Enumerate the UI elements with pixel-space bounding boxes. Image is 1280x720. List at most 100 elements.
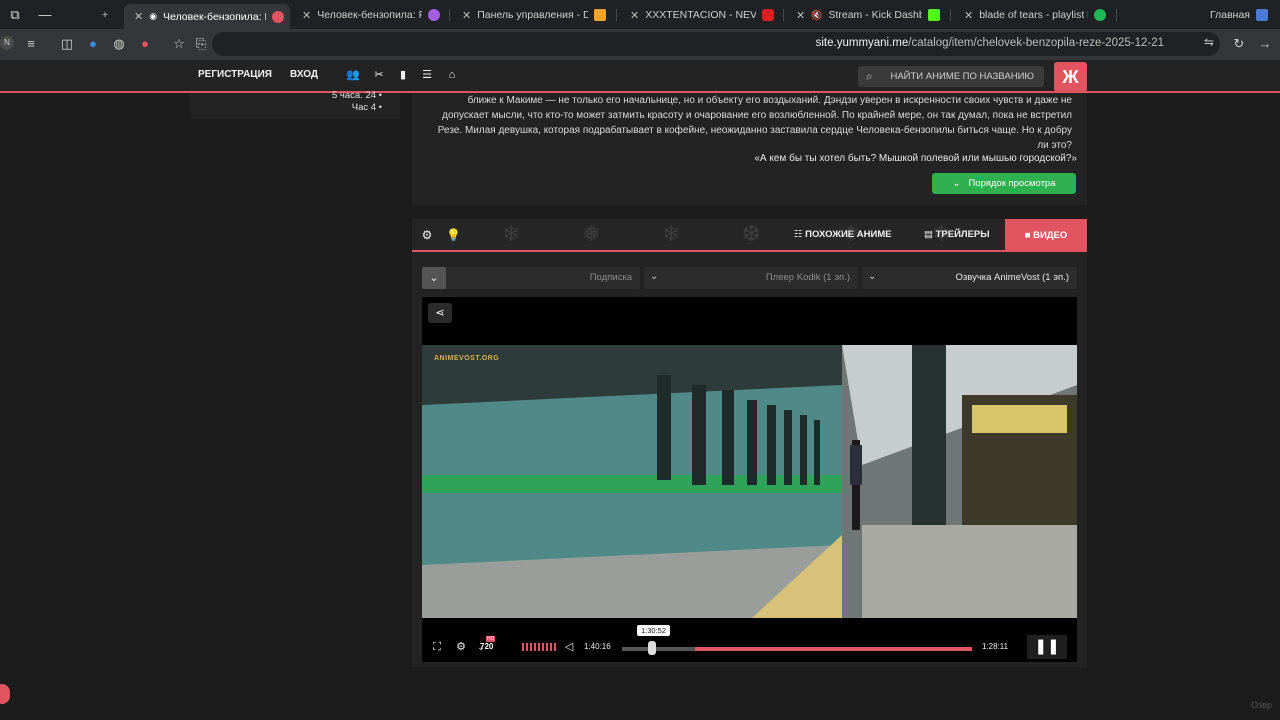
watch-order-label: Порядок просмотра — [968, 178, 1056, 189]
corner-text: Озвр — [1251, 700, 1272, 710]
url-path: /catalog/item/chelovek-benzopila-reze-20… — [908, 37, 1164, 49]
login-link[interactable]: ВХОД — [290, 69, 318, 80]
pause-icon: ❚❚ — [1034, 638, 1060, 655]
video-player[interactable]: ⋖ ANIMEVOST.ORG ⛶ ⚙ ⌄ 720 HD ◁ 1:40:16 1… — [422, 297, 1077, 662]
player-controls: ⛶ ⚙ ⌄ 720 HD ◁ 1:40:16 1:30:52 1:28:11 ❚… — [422, 625, 1077, 662]
settings-gear-icon[interactable]: ⚙ — [454, 640, 468, 654]
random-shuffle-icon[interactable]: ✂ — [372, 68, 386, 82]
subscription-select[interactable]: ⌄ Подписка — [422, 267, 640, 289]
close-tab-icon[interactable]: ✕ — [462, 9, 471, 22]
dub-select-value: Озвучка AnimeVost (1 эп.) — [955, 272, 1069, 283]
logo-glyph: Ж — [1062, 66, 1079, 87]
quality-label[interactable]: 720 — [480, 642, 493, 651]
site-settings-icon[interactable]: ⇋ — [1204, 35, 1214, 49]
url-host: site.yummyani.me — [815, 37, 909, 49]
lightbulb-icon[interactable]: 💡 — [446, 228, 461, 242]
profile-letter: N — [4, 38, 10, 47]
close-tab-icon[interactable]: ✕ — [134, 10, 143, 23]
gear-icon[interactable]: ⚙ — [420, 228, 434, 242]
current-time: 1:28:11 — [982, 642, 1009, 651]
player-select-value: Плеер Kodik (1 эп.) — [765, 272, 850, 283]
restore-window-icon[interactable]: ⧉ — [0, 0, 30, 29]
close-tab-icon[interactable]: ✕ — [302, 9, 311, 22]
video-camera-icon: ■ — [1024, 230, 1031, 241]
progress-track[interactable] — [622, 647, 972, 651]
extension-shield-icon[interactable]: ◍ — [110, 35, 128, 53]
watch-order-button[interactable]: ⌄ Порядок просмотра — [932, 173, 1076, 194]
extension-ublock-icon[interactable]: ● — [136, 35, 154, 53]
player-select[interactable]: ⌄ Плеер Kodik (1 эп.) — [644, 267, 858, 289]
video-card: ❄ ❅ ❄ ❆ ❅ ❄ ⚙ 💡 ☷ ПОХОЖИЕ АНИМЕ ▤ ТРЕЙЛЕРЫ ■ … — [412, 219, 1087, 667]
bookmark-star-icon[interactable]: ☆ — [170, 35, 188, 53]
minimize-window-icon[interactable]: — — [30, 0, 60, 29]
tab-similar-anime[interactable]: ☷ ПОХОЖИЕ АНИМЕ — [794, 229, 892, 240]
mute-icon[interactable]: 🔇 — [811, 10, 822, 21]
back-icon[interactable]: → — [1256, 35, 1274, 53]
video-frame[interactable]: ANIMEVOST.ORG — [422, 345, 1077, 618]
tab-title: XXXTENTACION - NEVER (Offic — [645, 9, 756, 21]
share-icon[interactable]: ⎘ — [192, 35, 210, 53]
tab-audio-icon[interactable]: ◉ — [149, 11, 157, 22]
subscription-select-value: Подписка — [589, 272, 632, 283]
progress-handle[interactable] — [648, 641, 656, 655]
chevron-down-icon[interactable]: ⌄ — [422, 267, 446, 289]
plus-icon: + — [102, 9, 109, 21]
tab-title: Главная — [1210, 9, 1250, 21]
extension-icon[interactable]: ● — [84, 35, 102, 53]
tab-kick[interactable]: ✕ 🔇 Stream - Kick Dashboard — [786, 4, 946, 26]
new-tab-button[interactable]: + — [96, 4, 118, 26]
description-card: ближе к Макиме — не только его начальниц… — [412, 93, 1087, 205]
community-icon[interactable]: 👥 — [346, 68, 360, 82]
profile-avatar[interactable]: N — [0, 36, 14, 50]
volume-icon[interactable]: ◁ — [562, 640, 576, 654]
extensions-icon[interactable]: ◫ — [58, 35, 76, 53]
tab-active[interactable]: ✕ ◉ Человек-бензопила: Исто — [124, 4, 290, 29]
tab-spotify[interactable]: ✕ blade of tears - playlist by ева — [954, 4, 1112, 26]
home-icon[interactable]: ⌂ — [445, 68, 459, 82]
catalog-list-icon[interactable]: ☰ — [420, 68, 434, 82]
close-tab-icon[interactable]: ✕ — [630, 9, 639, 22]
search-input[interactable]: ⌕ НАЙТИ АНИМЕ ПО НАЗВАНИЮ — [858, 66, 1044, 87]
url-text: site.yummyani.me/catalog/item/chelovek-b… — [816, 37, 1164, 49]
close-tab-icon[interactable]: ✕ — [964, 9, 973, 22]
pause-button[interactable]: ❚❚ — [1027, 635, 1067, 659]
dub-select[interactable]: ⌄ Озвучка AnimeVost (1 эп.) — [862, 267, 1077, 289]
file-icon: ▤ — [924, 229, 933, 240]
tab-title: blade of tears - playlist by ева — [979, 9, 1088, 21]
tab-trailers[interactable]: ▤ ТРЕЙЛЕРЫ — [924, 229, 990, 240]
chevron-down-icon: ⌄ — [868, 271, 877, 282]
search-icon: ⌕ — [866, 69, 873, 83]
schedule-list: 5 часа. 24 • Час 4 • — [190, 90, 400, 119]
tab-video[interactable]: ■ ВИДЕО — [1005, 219, 1087, 252]
list-item: 5 часа. 24 • — [331, 90, 382, 101]
top-chart-icon[interactable]: ▮ — [396, 68, 410, 82]
browser-tab-bar: ⧉ — + ✕ ◉ Человек-бензопила: Исто ✕ Чело… — [0, 0, 1280, 29]
site-logo[interactable]: Ж — [1054, 62, 1087, 92]
tab-favicon — [594, 9, 606, 21]
reload-icon[interactable]: ↻ — [1230, 35, 1248, 53]
address-bar[interactable]: site.yummyani.me/catalog/item/chelovek-b… — [212, 32, 1220, 56]
tab-favicon — [428, 9, 440, 21]
tab-reze-movie[interactable]: ✕ Человек-бензопила: Резе смо — [292, 4, 446, 26]
floating-chat-button[interactable] — [0, 684, 10, 704]
fullscreen-icon[interactable]: ⛶ — [430, 640, 444, 654]
tab-home[interactable]: Главная — [1186, 4, 1274, 26]
duration-time: 1:40:16 — [584, 642, 611, 651]
chevron-down-icon: ⌄ — [952, 178, 961, 189]
tab-donation[interactable]: ✕ Панель управления - Donatio — [452, 4, 612, 26]
tab-favicon — [762, 9, 774, 21]
search-placeholder: НАЙТИ АНИМЕ ПО НАЗВАНИЮ — [890, 71, 1034, 82]
share-icon[interactable]: ⋖ — [428, 303, 452, 323]
menu-icon[interactable]: ≡ — [22, 35, 40, 53]
register-link[interactable]: РЕГИСТРАЦИЯ — [198, 69, 272, 80]
browser-toolbar: N ≡ ◫ ● ◍ ● ☆ ⎘ site.yummyani.me/catalog… — [0, 29, 1280, 60]
close-tab-icon[interactable]: ✕ — [796, 9, 805, 22]
site-header: Ж ⌕ НАЙТИ АНИМЕ ПО НАЗВАНИЮ ⌂ ☰ ▮ ✂ 👥 ВХ… — [0, 60, 1280, 93]
chevron-down-icon: ⌄ — [650, 271, 659, 282]
tab-title: Человек-бензопила: Исто — [163, 10, 266, 23]
tab-title: Человек-бензопила: Резе смо — [317, 9, 422, 21]
tab-youtube[interactable]: ✕ XXXTENTACION - NEVER (Offic — [620, 4, 780, 26]
description-quote: «А кем бы ты хотел быть? Мышкой полевой … — [754, 153, 1077, 164]
tab-title: Stream - Kick Dashboard — [828, 9, 922, 21]
volume-slider[interactable] — [522, 643, 556, 651]
